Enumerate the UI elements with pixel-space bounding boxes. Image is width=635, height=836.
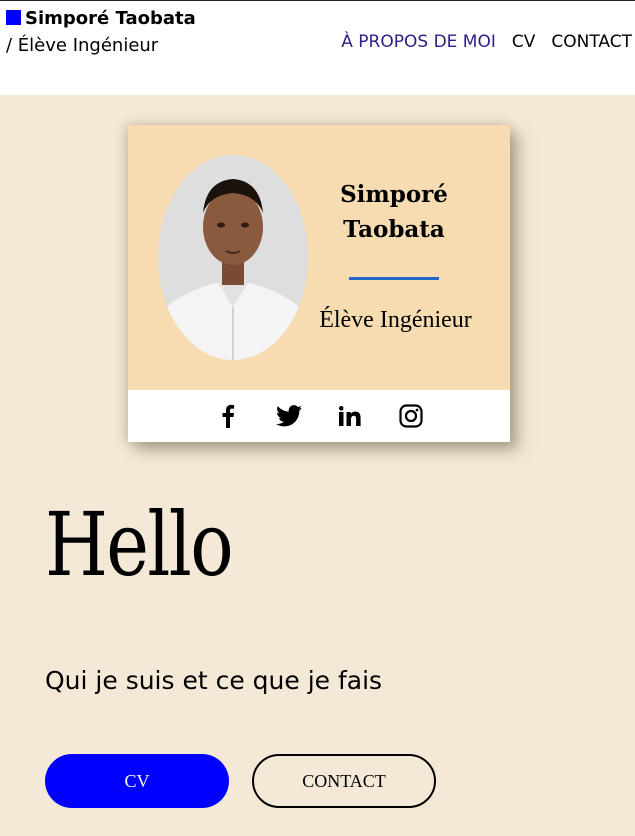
card-divider [349,277,439,280]
profile-photo-illustration [158,155,308,360]
facebook-icon[interactable] [213,401,243,431]
hero-title: Hello [45,493,234,596]
nav-item-cv[interactable]: CV [512,32,536,52]
profile-photo [158,155,308,360]
brand-separator: / [6,35,18,56]
linkedin-icon[interactable] [335,401,365,431]
hero-subtitle: Qui je suis et ce que je fais [45,666,383,695]
twitter-icon[interactable] [274,401,304,431]
nav-item-contact[interactable]: CONTACT [551,32,632,52]
brand-role: Élève Ingénieur [17,35,159,56]
site-brand[interactable]: Simporé Taobata / Élève Ingénieur [6,5,196,59]
brand-square-icon [6,10,21,25]
social-links [128,390,510,442]
nav-item-about[interactable]: À PROPOS DE MOI [341,32,496,52]
card-role: Élève Ingénieur [319,307,472,333]
brand-name: Simporé Taobata [25,8,196,29]
instagram-icon[interactable] [396,401,426,431]
profile-card: Simporé Taobata Élève Ingénieur [128,125,510,442]
site-header: Simporé Taobata / Élève Ingénieur À PROP… [0,0,635,95]
card-name: Simporé Taobata [340,181,448,243]
contact-button[interactable]: CONTACT [252,754,436,808]
main-nav: À PROPOS DE MOI CV CONTACT [341,32,632,52]
cv-button[interactable]: CV [45,754,229,808]
